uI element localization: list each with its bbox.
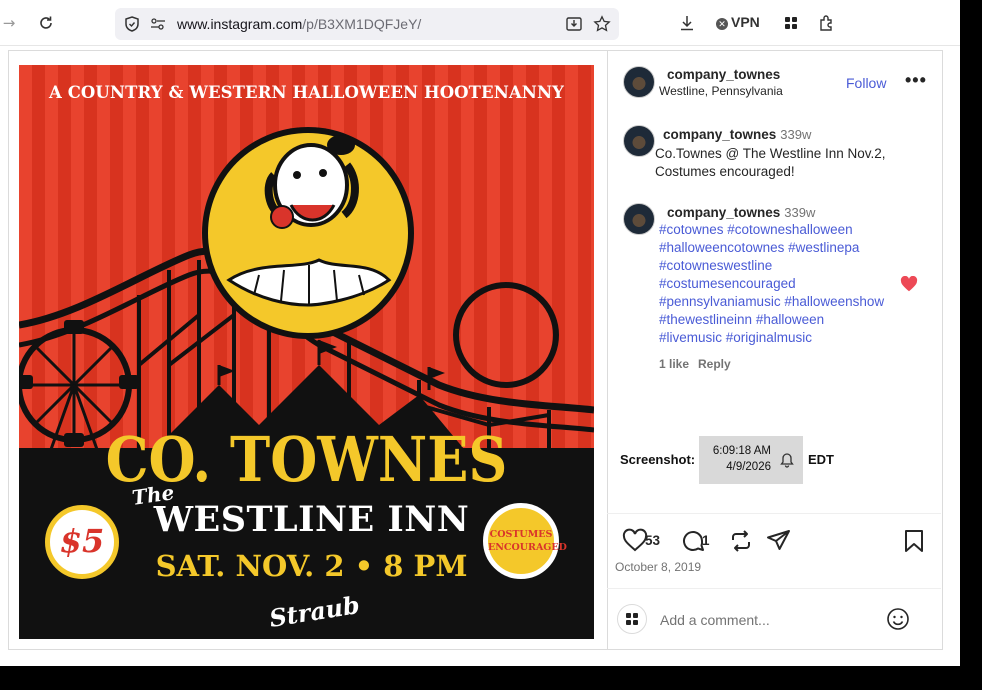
browser-window: → www.instagram.com/p/B3XM1DQFJeY/ ✕VPN <box>0 0 960 666</box>
url-text[interactable]: www.instagram.com/p/B3XM1DQFJeY/ <box>177 16 421 32</box>
caption-author: company_townes 339w <box>663 127 811 142</box>
address-bar[interactable]: www.instagram.com/p/B3XM1DQFJeY/ <box>115 8 619 40</box>
current-user-avatar <box>617 604 647 634</box>
permissions-icon[interactable] <box>149 15 167 33</box>
hashtag-line[interactable]: #thewestlineinn #halloween <box>659 311 904 329</box>
url-host: www.instagram.com <box>177 16 303 32</box>
poster-band-name: CO. TOWNES <box>105 422 508 496</box>
bookmark-star-icon[interactable] <box>593 15 611 33</box>
comment-avatar[interactable] <box>623 203 655 235</box>
screenshot-time: 6:09:18 AM <box>712 445 771 457</box>
url-path: /p/B3XM1DQFJeY/ <box>302 16 422 32</box>
hashtag-line[interactable]: #livemusic #originalmusic <box>659 329 904 347</box>
more-options-button[interactable]: ••• <box>905 70 927 91</box>
actions-divider <box>607 513 941 514</box>
reply-button[interactable]: Reply <box>698 357 731 371</box>
share-send-icon[interactable] <box>766 528 792 554</box>
caption-text: Co.Townes @ The Westline Inn Nov.2, Cost… <box>655 146 886 179</box>
vpn-button[interactable]: ✕ VPN <box>716 14 760 30</box>
reload-icon[interactable] <box>37 14 55 32</box>
like-count[interactable]: 53 <box>645 533 660 548</box>
browser-toolbar: → www.instagram.com/p/B3XM1DQFJeY/ ✕ VPN <box>0 0 960 46</box>
add-comment-input[interactable]: Add a comment... <box>660 612 770 628</box>
panel-divider <box>607 51 608 649</box>
comment-liked-heart-icon[interactable] <box>900 276 918 292</box>
extensions-puzzle-icon[interactable] <box>818 14 836 32</box>
comment-divider <box>607 588 941 589</box>
comment-count[interactable]: 1 <box>702 533 710 548</box>
post-image[interactable]: A COUNTRY & WESTERN HALLOWEEN HOOTENANNY… <box>19 65 594 639</box>
comment-hashtags: #cotownes #cotowneshalloween #halloweenc… <box>659 221 904 347</box>
vpn-label: VPN <box>731 14 760 30</box>
comment-timestamp[interactable]: 339w <box>784 205 815 220</box>
emoji-picker-icon[interactable] <box>886 607 910 631</box>
poster-tagline: A COUNTRY & WESTERN HALLOWEEN HOOTENANNY <box>48 83 565 102</box>
author-avatar[interactable] <box>623 66 655 98</box>
screenshot-date: 4/9/2026 <box>726 461 771 473</box>
hashtag-line[interactable]: #halloweencotownes #westlinepa <box>659 239 904 257</box>
notification-bell-icon <box>780 453 794 468</box>
caption-timestamp[interactable]: 339w <box>780 127 811 142</box>
install-app-icon[interactable] <box>565 15 583 33</box>
shield-icon[interactable] <box>123 15 141 33</box>
comment-like-count[interactable]: 1 like <box>659 357 689 371</box>
poster-price-badge: $5 <box>45 505 119 579</box>
badge-line-2: ENCOURAGED <box>488 542 567 553</box>
dice-avatar-icon <box>626 613 638 625</box>
save-bookmark-icon[interactable] <box>901 528 927 554</box>
hashtag-line[interactable]: #pennsylvaniamusic #halloweenshow <box>659 293 904 311</box>
author-username[interactable]: company_townes <box>667 67 780 82</box>
comment-username[interactable]: company_townes <box>667 205 780 220</box>
caption-avatar[interactable] <box>623 125 655 157</box>
extension-dice-icon[interactable] <box>782 14 800 32</box>
hashtag-line[interactable]: #cotowneswestline <box>659 257 904 275</box>
post-location[interactable]: Westline, Pennsylvania <box>659 84 783 98</box>
badge-line-1: COSTUMES <box>489 529 553 540</box>
vpn-off-icon: ✕ <box>716 18 728 30</box>
hashtag-line[interactable]: #cotownes #cotowneshalloween <box>659 221 904 239</box>
forward-icon[interactable]: → <box>0 14 18 32</box>
screenshot-label: Screenshot: <box>620 452 696 467</box>
caption-username[interactable]: company_townes <box>663 127 776 142</box>
follow-button[interactable]: Follow <box>846 75 886 91</box>
poster-costumes-badge: COSTUMES ENCOURAGED <box>483 503 567 579</box>
comment-author: company_townes 339w <box>667 205 815 220</box>
hashtag-line[interactable]: #costumesencouraged <box>659 275 904 293</box>
screenshot-timezone: EDT <box>808 452 834 467</box>
screenshot-timestamp-box: 6:09:18 AM 4/9/2026 <box>699 436 803 484</box>
post-date[interactable]: October 8, 2019 <box>615 560 701 574</box>
repost-icon[interactable] <box>728 528 754 554</box>
downloads-icon[interactable] <box>678 14 696 32</box>
